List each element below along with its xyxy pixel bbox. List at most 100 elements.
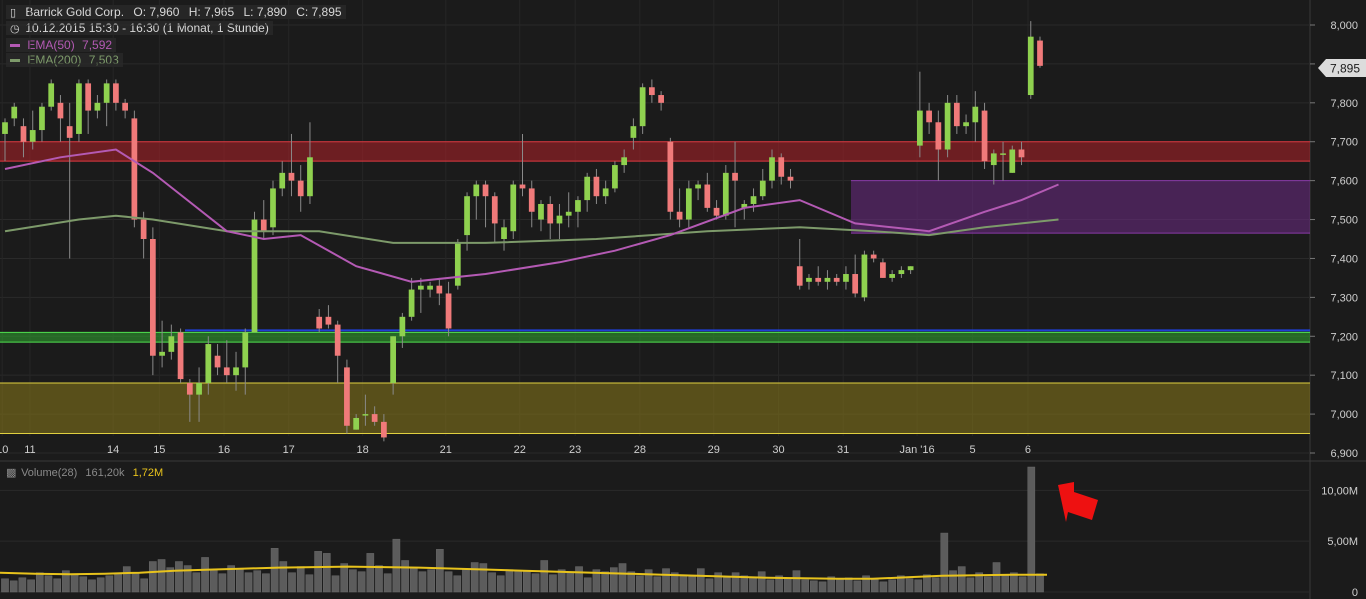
x-tick-label: 30 <box>772 444 784 456</box>
candle-body <box>214 355 221 368</box>
candle <box>103 79 110 127</box>
candle-body <box>630 126 637 138</box>
candle <box>473 180 480 220</box>
candle <box>39 102 45 142</box>
candle-body <box>584 176 591 201</box>
candle <box>334 320 341 383</box>
candle <box>445 281 452 337</box>
candle-body <box>833 277 840 282</box>
candle-body <box>353 417 360 430</box>
candle-body <box>575 200 581 212</box>
candle <box>270 180 276 236</box>
volume-bar <box>349 569 357 593</box>
volume-current: 1,72M <box>132 467 164 479</box>
candle <box>889 270 896 282</box>
candle-body <box>667 141 674 212</box>
volume-bar <box>801 579 809 593</box>
y-tick-label: 7,400 <box>1330 253 1358 265</box>
volume-bar <box>505 569 514 593</box>
vol-y-tick-label: 10,00M <box>1321 485 1358 497</box>
candle-body <box>288 172 295 181</box>
volume-bar <box>844 577 853 593</box>
candle <box>584 172 591 212</box>
candle-body <box>519 184 526 189</box>
y-tick-label: 7,800 <box>1330 98 1358 110</box>
x-tick-label: 22 <box>514 444 526 456</box>
candle-body <box>1000 153 1006 155</box>
candle-body <box>861 254 868 298</box>
candle-body <box>806 277 812 282</box>
volume-bar <box>401 560 409 593</box>
last-price-tag: 7,895 <box>1318 59 1366 77</box>
candle <box>944 95 951 158</box>
candle-body <box>732 172 738 181</box>
candle-body <box>889 274 896 278</box>
candle-body <box>898 270 905 275</box>
volume-label: Volume(28) <box>21 467 78 479</box>
candle <box>676 188 683 228</box>
candle-body <box>334 324 341 356</box>
candle-body <box>685 188 692 220</box>
candle-body <box>695 184 701 189</box>
x-tick-label: 10 <box>0 444 8 456</box>
candle-body <box>223 367 230 376</box>
volume-bar <box>749 577 757 593</box>
candle-body <box>491 196 498 224</box>
candle-body <box>85 83 92 111</box>
candle <box>695 180 701 201</box>
volume-legend[interactable]: ▩ Volume(28) 161,20k 1,72M <box>6 466 163 479</box>
x-tick-label: 6 <box>1025 444 1031 456</box>
volume-bar <box>236 568 244 593</box>
volume-bar <box>340 563 349 593</box>
candle-body <box>381 421 387 438</box>
candle <box>907 266 914 275</box>
volume-bar <box>636 575 644 593</box>
stock-chart[interactable]: 8,0007,9007,8007,7007,6007,5007,4007,300… <box>0 0 1366 599</box>
candle-body <box>778 157 785 177</box>
volume-bar <box>27 579 35 593</box>
volume-bar <box>618 563 627 593</box>
candle-body <box>713 207 720 216</box>
volume-bar <box>992 562 1001 593</box>
candle <box>547 196 554 239</box>
candle-body <box>963 122 969 127</box>
candle-body <box>454 242 461 286</box>
volume-bar <box>462 568 470 593</box>
volume-bar <box>1 578 9 593</box>
volume-bar <box>444 571 453 593</box>
candle-body <box>538 203 544 220</box>
volume-bar <box>279 561 288 593</box>
resistance-zone <box>0 141 1310 162</box>
candle <box>260 200 267 239</box>
candle-body <box>57 102 64 119</box>
x-tick-label: 21 <box>440 444 452 456</box>
volume-bar <box>1036 573 1044 593</box>
candle <box>575 196 581 228</box>
candle <box>538 200 544 232</box>
candle <box>57 95 64 142</box>
candle-body <box>565 211 572 216</box>
candle <box>990 149 997 185</box>
candle-body <box>48 83 55 107</box>
candle <box>565 192 572 228</box>
volume-bar <box>114 573 122 593</box>
candle-body <box>362 414 369 416</box>
y-tick-label: 6,900 <box>1330 448 1358 460</box>
candle <box>981 102 988 169</box>
candle-body <box>417 285 424 290</box>
volume-bar <box>322 553 331 593</box>
candle <box>685 180 692 228</box>
volume-bar <box>523 571 531 593</box>
volume-bar <box>731 572 740 593</box>
candle <box>149 227 156 376</box>
volume-bars-icon: ▩ <box>6 466 17 479</box>
last-price-label: 7,895 <box>1330 62 1360 76</box>
volume-bar <box>601 571 609 593</box>
volume-bar <box>70 574 79 593</box>
volume-bar <box>105 575 114 593</box>
candle <box>11 102 18 127</box>
candle-body <box>76 83 82 134</box>
candle <box>344 359 350 434</box>
volume-bar <box>705 578 714 593</box>
candle <box>556 203 563 239</box>
